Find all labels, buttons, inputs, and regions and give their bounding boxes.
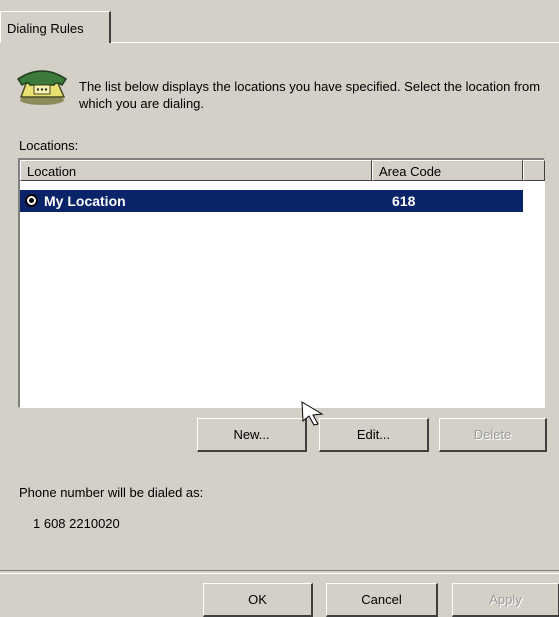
ok-button[interactable]: OK [203, 583, 313, 617]
apply-button[interactable]: Apply [452, 583, 559, 617]
row-location-cell: My Location [44, 193, 126, 209]
mouse-cursor-icon [301, 401, 324, 426]
intro-text: The list below displays the locations yo… [79, 79, 541, 111]
tab-dialing-rules[interactable]: Dialing Rules [0, 11, 111, 43]
locations-label: Locations: [19, 138, 79, 153]
column-header-filler [523, 160, 545, 181]
radio-selected-icon [25, 194, 38, 207]
column-header-location[interactable]: Location [20, 160, 372, 181]
locations-list[interactable]: Location Area Code My Location 618 [18, 158, 545, 408]
tab-strip-line [111, 42, 559, 43]
new-button[interactable]: New... [197, 418, 307, 452]
dialed-as-label: Phone number will be dialed as: [19, 485, 204, 500]
column-header-area-code[interactable]: Area Code [372, 160, 523, 181]
dialed-number-value: 1 608 2210020 [33, 516, 120, 531]
table-row[interactable]: My Location 618 [20, 190, 523, 212]
tab-label: Dialing Rules [7, 21, 84, 36]
telephone-icon [16, 70, 68, 105]
cancel-button[interactable]: Cancel [326, 583, 438, 617]
list-header: Location Area Code [20, 160, 545, 181]
row-area-code-cell: 618 [392, 193, 416, 209]
delete-button[interactable]: Delete [439, 418, 547, 452]
separator [0, 570, 559, 574]
